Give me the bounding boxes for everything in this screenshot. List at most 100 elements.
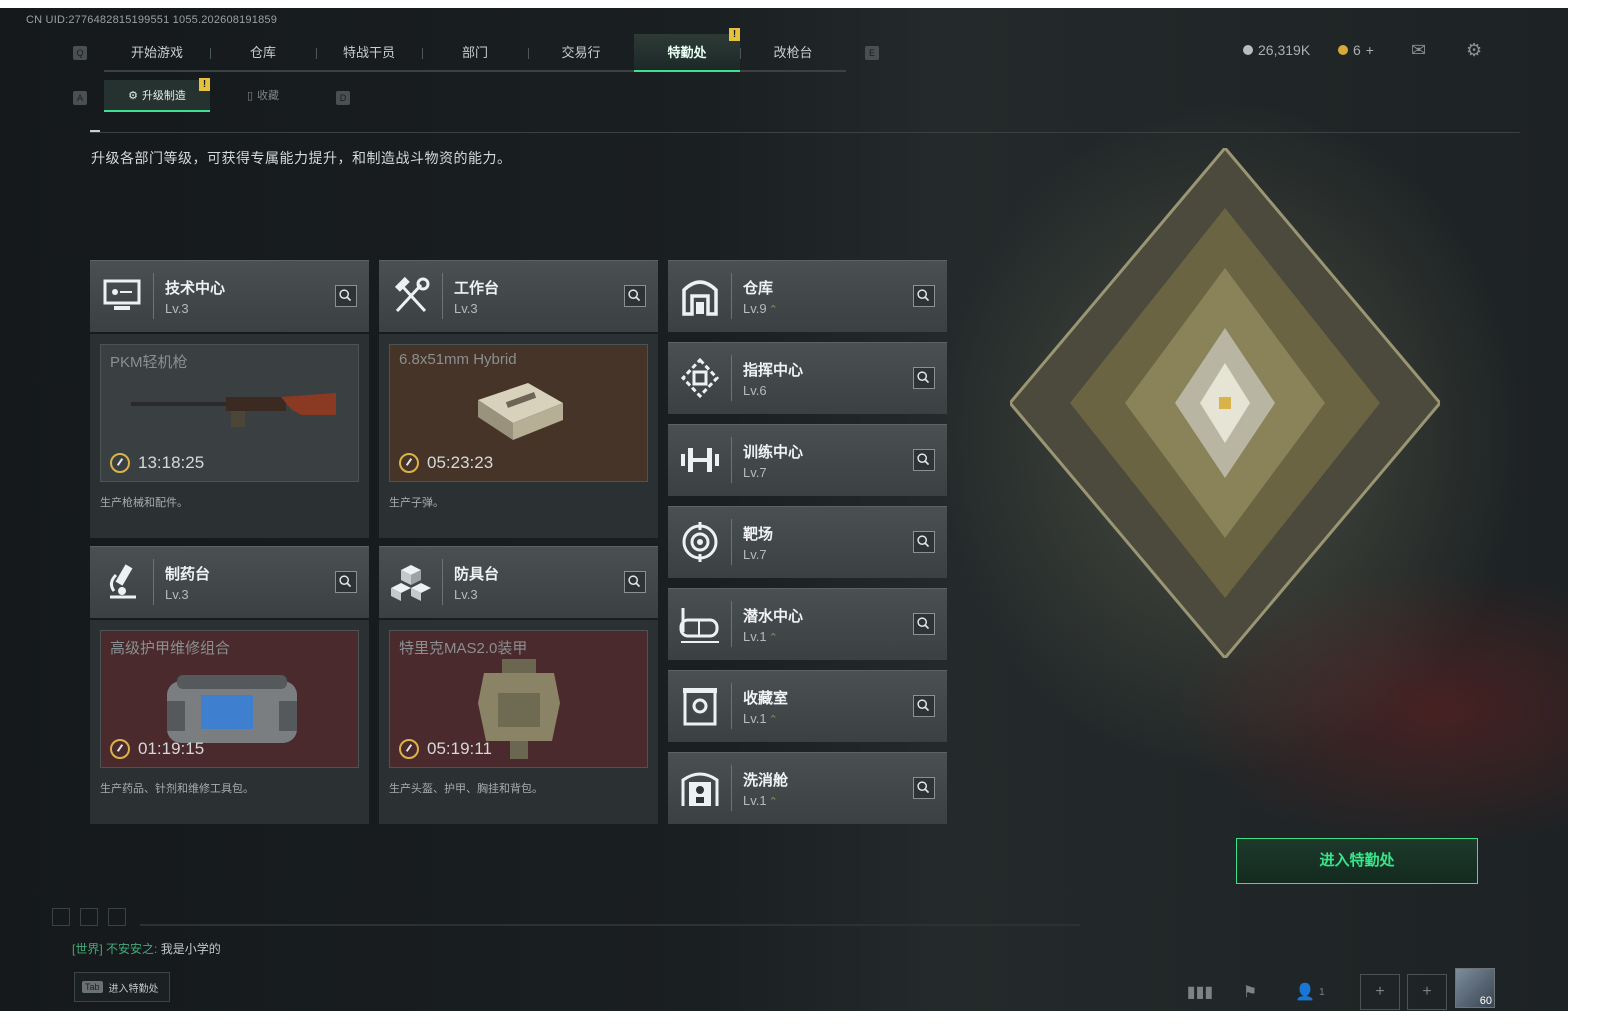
decon-icon xyxy=(679,766,721,810)
gold-coin-icon xyxy=(1338,45,1348,55)
chat-user: 不安安之: xyxy=(106,942,158,956)
key-hint-q: Q xyxy=(73,46,87,60)
facility-level: Lv.3 xyxy=(165,301,189,316)
divider xyxy=(90,132,1520,133)
chat-message[interactable]: [世界] 不安安之: 我是小学的 xyxy=(72,940,221,957)
subtab-label: 升级制造 xyxy=(141,90,186,102)
timer-icon xyxy=(110,453,130,473)
facility-level: Lv.7 xyxy=(743,547,767,562)
uid-label: CN UID:2776482815199551 1055.20260819185… xyxy=(26,14,278,26)
search-icon[interactable] xyxy=(624,571,646,593)
search-icon[interactable] xyxy=(624,285,646,307)
gear-hammer-icon: ⚙ xyxy=(128,90,138,102)
level-value: Lv.1 xyxy=(743,711,767,726)
divider xyxy=(731,601,732,647)
production-slot[interactable]: 高级护甲维修组合 01:19:15 xyxy=(100,630,359,768)
divider xyxy=(731,437,732,483)
add-gold-button[interactable]: + xyxy=(1366,42,1374,58)
facility-shooting-range[interactable]: 靶场 Lv.7 xyxy=(668,506,947,578)
armor-bench-production: 特里克MAS2.0装甲 05:19:11 生产头盔、护甲、胸挂和背包。 xyxy=(379,620,658,824)
gold-currency[interactable]: 6 + xyxy=(1338,42,1374,58)
level-value: Lv.9 xyxy=(743,301,767,316)
subtab-upgrade-craft[interactable]: ⚙ 升级制造 xyxy=(104,80,210,112)
search-icon[interactable] xyxy=(335,571,357,593)
timer-value: 13:18:25 xyxy=(138,453,205,472)
pharmacy-card[interactable]: 制药台 Lv.3 xyxy=(90,546,369,618)
tab-enter-hint[interactable]: Tab 进入特勤处 xyxy=(74,972,170,1002)
player-level: 60 xyxy=(1479,995,1492,1007)
key-hint-d: D xyxy=(336,91,350,105)
timer-value: 05:23:23 xyxy=(427,453,494,472)
facility-name: 收藏室 xyxy=(743,690,789,707)
facility-decon-chamber[interactable]: 洗消舱 Lv.1 ⌃ xyxy=(668,752,947,824)
level-value: Lv.1 xyxy=(743,629,767,644)
gold-amount: 6 xyxy=(1353,42,1361,58)
key-hint-a: A xyxy=(73,91,87,105)
settings-gear-icon[interactable]: ⚙ xyxy=(1466,40,1482,61)
level-value: Lv.1 xyxy=(743,793,767,808)
production-timer: 13:18:25 xyxy=(110,453,204,473)
enter-special-ops-button[interactable]: 进入特勤处 xyxy=(1236,838,1478,884)
search-icon[interactable] xyxy=(913,285,935,307)
search-icon[interactable] xyxy=(335,285,357,307)
facility-description: 生产子弹。 xyxy=(389,497,444,509)
tab-warehouse[interactable]: 仓库 xyxy=(210,34,316,72)
decor-square xyxy=(80,908,98,926)
tab-gunsmith[interactable]: 改枪台 xyxy=(740,34,846,72)
subtab-collection[interactable]: ▯ 收藏 xyxy=(210,80,316,112)
tools-icon xyxy=(391,275,431,317)
player-avatar[interactable]: 60 xyxy=(1455,968,1495,1008)
timer-icon xyxy=(110,739,130,759)
facility-name: 靶场 xyxy=(743,526,774,543)
search-icon[interactable] xyxy=(913,531,935,553)
facility-command-center[interactable]: 指挥中心 Lv.6 xyxy=(668,342,947,414)
divider xyxy=(442,559,443,605)
decor-square xyxy=(108,908,126,926)
friends-button[interactable]: 👤 1 xyxy=(1290,974,1330,1010)
armor-bench-card[interactable]: 防具台 Lv.3 xyxy=(379,546,658,618)
facility-name: 训练中心 xyxy=(743,444,804,461)
facility-name: 指挥中心 xyxy=(743,362,804,379)
timer-icon xyxy=(399,453,419,473)
game-screen: CN UID:2776482815199551 1055.20260819185… xyxy=(0,8,1568,1011)
decor-square xyxy=(52,908,70,926)
add-teammate-button[interactable]: + xyxy=(1407,974,1447,1010)
tab-special-ops[interactable]: 特勤处 xyxy=(634,34,740,72)
production-slot[interactable]: PKM轻机枪 13:18:25 xyxy=(100,344,359,482)
facility-warehouse[interactable]: 仓库 Lv.9 ⌃ xyxy=(668,260,947,332)
tab-start-game[interactable]: 开始游戏 xyxy=(104,34,210,72)
page-description: 升级各部门等级，可获得专属能力提升，和制造战斗物资的能力。 xyxy=(91,150,512,166)
facility-training-center[interactable]: 训练中心 Lv.7 xyxy=(668,424,947,496)
upgrade-available-icon: ⌃ xyxy=(768,714,778,726)
workbench-production: 6.8x51mm Hybrid 05:23:23 生产子弹。 xyxy=(379,334,658,538)
product-name: 高级护甲维修组合 xyxy=(110,640,231,657)
facility-name: 潜水中心 xyxy=(743,608,804,625)
divider xyxy=(731,273,732,319)
search-icon[interactable] xyxy=(913,367,935,389)
workbench-card[interactable]: 工作台 Lv.3 xyxy=(379,260,658,332)
target-icon xyxy=(679,520,721,564)
silver-amount: 26,319K xyxy=(1258,42,1311,58)
search-icon[interactable] xyxy=(913,777,935,799)
search-icon[interactable] xyxy=(913,613,935,635)
ammo-box-image xyxy=(478,383,563,440)
facility-level: Lv.1 ⌃ xyxy=(743,793,778,808)
facility-level: Lv.1 ⌃ xyxy=(743,711,778,726)
facility-collection-room[interactable]: 收藏室 Lv.1 ⌃ xyxy=(668,670,947,742)
facility-diving-center[interactable]: 潜水中心 Lv.1 ⌃ xyxy=(668,588,947,660)
tab-operators[interactable]: 特战干员 xyxy=(316,34,422,72)
divider xyxy=(153,559,154,605)
search-icon[interactable] xyxy=(913,449,935,471)
search-icon[interactable] xyxy=(913,695,935,717)
divider xyxy=(153,273,154,319)
production-slot[interactable]: 特里克MAS2.0装甲 05:19:11 xyxy=(389,630,648,768)
tab-department[interactable]: 部门 xyxy=(422,34,528,72)
add-teammate-button[interactable]: + xyxy=(1360,974,1400,1010)
tech-center-card[interactable]: 技术中心 Lv.3 xyxy=(90,260,369,332)
mail-icon[interactable]: ✉ xyxy=(1411,40,1426,61)
flag-icon[interactable]: ⚑ xyxy=(1230,974,1270,1010)
stats-icon[interactable]: ▮▮▮ xyxy=(1180,974,1220,1010)
production-slot[interactable]: 6.8x51mm Hybrid 05:23:23 xyxy=(389,344,648,482)
tab-trade[interactable]: 交易行 xyxy=(528,34,634,72)
warehouse-icon xyxy=(679,274,721,318)
